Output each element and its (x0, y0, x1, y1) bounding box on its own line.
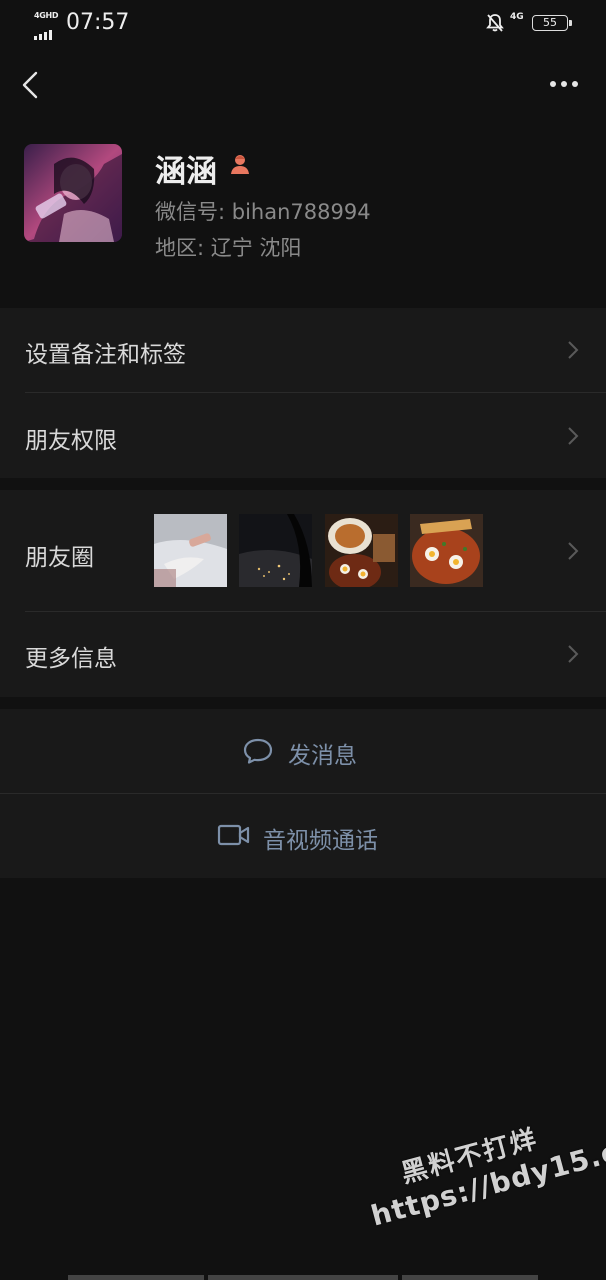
nav-bar (0, 58, 606, 110)
chevron-right-icon (568, 341, 579, 359)
send-message-label: 发消息 (288, 743, 357, 769)
status-time: 07:57 (66, 10, 130, 35)
friend-permissions-label: 朋友权限 (25, 428, 117, 454)
chevron-right-icon (568, 542, 579, 560)
chat-bubble-icon (243, 738, 273, 764)
more-options-icon[interactable] (546, 72, 582, 96)
moments-thumbnail[interactable] (325, 514, 398, 587)
more-info-row[interactable]: 更多信息 (0, 612, 606, 697)
battery-icon: 55 (532, 15, 572, 31)
status-bar: 4GHD 07:57 4G 55 (0, 0, 606, 50)
chevron-right-icon (568, 645, 579, 663)
gender-female-icon (231, 155, 249, 174)
home-indicator (68, 1275, 204, 1280)
watermark: 黑料不打烊 https://bdy15.co (358, 1094, 606, 1232)
video-camera-icon (217, 824, 250, 846)
video-call-button[interactable]: 音视频通话 (0, 794, 606, 878)
remarks-tags-label: 设置备注和标签 (25, 342, 186, 368)
contact-name: 涵涵 (155, 154, 217, 190)
moments-thumbnail[interactable] (410, 514, 483, 587)
signal-indicator: 4GHD (34, 11, 60, 40)
send-message-button[interactable]: 发消息 (0, 709, 606, 793)
friend-permissions-row[interactable]: 朋友权限 (0, 393, 606, 478)
profile-header: 涵涵 微信号: bihan788994 地区: 辽宁 沈阳 (0, 120, 606, 290)
moments-label: 朋友圈 (25, 545, 94, 571)
chevron-right-icon (568, 427, 579, 445)
cellular-type: 4G (510, 12, 524, 22)
battery-level: 55 (543, 16, 557, 29)
wechat-id: 微信号: bihan788994 (155, 200, 371, 224)
more-info-label: 更多信息 (25, 646, 117, 672)
home-indicator (208, 1275, 398, 1280)
settings-group: 设置备注和标签 朋友权限 (0, 308, 606, 478)
bell-muted-icon (486, 14, 504, 32)
back-arrow-icon[interactable] (18, 68, 48, 102)
moments-thumbnail[interactable] (154, 514, 227, 587)
network-type: 4GHD (34, 11, 59, 20)
avatar[interactable] (24, 144, 122, 242)
moments-thumbnail[interactable] (239, 514, 312, 587)
home-indicator (402, 1275, 538, 1280)
video-call-label: 音视频通话 (263, 828, 378, 854)
signal-bars-icon (34, 21, 54, 40)
region: 地区: 辽宁 沈阳 (155, 236, 302, 260)
remarks-tags-row[interactable]: 设置备注和标签 (0, 308, 606, 392)
